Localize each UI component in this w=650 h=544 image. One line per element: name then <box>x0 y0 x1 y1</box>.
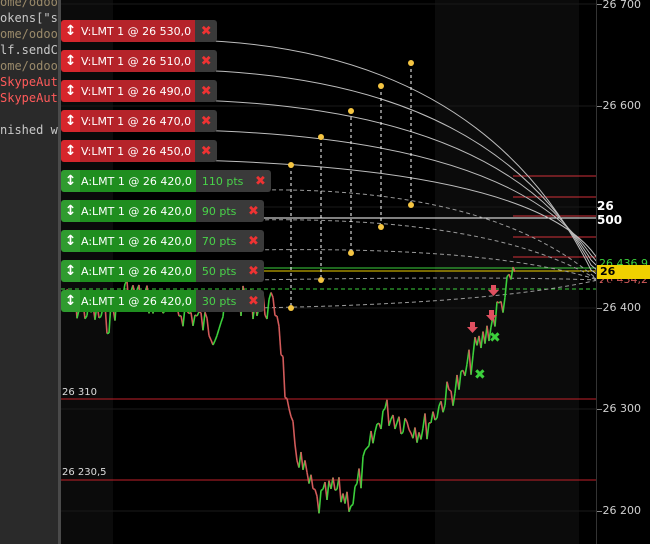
price-segment <box>284 396 288 400</box>
order-drag-icon[interactable]: ↕ <box>61 110 80 132</box>
cancel-order-button[interactable]: ✖ <box>242 290 265 312</box>
cancel-order-button[interactable]: ✖ <box>195 80 218 102</box>
connector-dot <box>378 224 384 230</box>
order-label: V:LMT 1 @ 26 450,0 <box>80 140 196 162</box>
connector-dot <box>408 60 414 66</box>
order-drag-icon[interactable]: ↕ <box>61 260 80 282</box>
connector-dot <box>288 305 294 311</box>
connector-dot <box>318 134 324 140</box>
order-points: 70 pts <box>195 230 243 252</box>
sell-order-widget[interactable]: ↕ V:LMT 1 @ 26 510,0 ✖ <box>61 50 218 72</box>
order-label: A:LMT 1 @ 26 420,0 <box>80 230 196 252</box>
hline-label-1: 26 310 <box>62 387 97 398</box>
buy-order-widget[interactable]: ↕ A:LMT 1 @ 26 420,0 110 pts ✖ <box>61 170 272 192</box>
connector-dot <box>348 108 354 114</box>
trading-window: ome/odoo/okens["sl ome/odoo/lf.sendCi ome/… <box>0 0 650 544</box>
axis-tick <box>597 308 602 309</box>
buy-order-widget[interactable]: ↕ A:LMT 1 @ 26 420,0 90 pts ✖ <box>61 200 265 222</box>
connector-dot <box>378 83 384 89</box>
buy-order-widget[interactable]: ↕ A:LMT 1 @ 26 420,0 50 pts ✖ <box>61 260 265 282</box>
price-axis[interactable]: 26 700 26 600 26 500 26 400 26 300 26 20… <box>596 0 650 544</box>
order-points: 30 pts <box>195 290 243 312</box>
price-segment <box>320 488 324 492</box>
cancel-order-button[interactable]: ✖ <box>195 140 218 162</box>
price-segment <box>448 389 452 392</box>
price-segment <box>312 487 316 491</box>
code-line: ome/odoo/ <box>0 0 58 9</box>
order-points: 110 pts <box>195 170 250 192</box>
price-segment <box>334 488 338 492</box>
code-line: ome/odoo/ <box>0 59 58 73</box>
code-line: SkypeAutl <box>0 75 58 89</box>
cancel-order-button[interactable]: ✖ <box>242 260 265 282</box>
order-label: A:LMT 1 @ 26 420,0 <box>80 200 196 222</box>
order-drag-icon[interactable]: ↕ <box>61 170 80 192</box>
cancel-order-button[interactable]: ✖ <box>195 50 218 72</box>
cancel-order-button[interactable]: ✖ <box>195 20 218 42</box>
session-shade <box>435 0 579 544</box>
buy-fill-icon: ✖ <box>474 367 486 383</box>
order-points: 90 pts <box>195 200 243 222</box>
connector-dot <box>318 277 324 283</box>
axis-tick <box>597 4 602 5</box>
order-drag-icon[interactable]: ↕ <box>61 200 80 222</box>
order-label: V:LMT 1 @ 26 470,0 <box>80 110 196 132</box>
price-tick: 26 700 <box>602 0 642 11</box>
order-label: A:LMT 1 @ 26 420,0 <box>80 290 196 312</box>
price-segment <box>198 311 202 314</box>
code-line: lf.sendCi <box>0 43 58 57</box>
order-label: V:LMT 1 @ 26 510,0 <box>80 50 196 72</box>
sell-order-widget[interactable]: ↕ V:LMT 1 @ 26 450,0 ✖ <box>61 140 218 162</box>
order-drag-icon[interactable]: ↕ <box>61 50 80 72</box>
buy-order-widget[interactable]: ↕ A:LMT 1 @ 26 420,0 70 pts ✖ <box>61 230 265 252</box>
order-label: V:LMT 1 @ 26 530,0 <box>80 20 196 42</box>
cancel-order-button[interactable]: ✖ <box>242 200 265 222</box>
order-label: A:LMT 1 @ 26 420,0 <box>80 170 196 192</box>
cancel-order-button[interactable]: ✖ <box>249 170 272 192</box>
order-drag-icon[interactable]: ↕ <box>61 230 80 252</box>
price-tick: 26 300 <box>602 402 642 415</box>
code-line: SkypeAutl <box>0 91 58 105</box>
sell-order-widget[interactable]: ↕ V:LMT 1 @ 26 530,0 ✖ <box>61 20 218 42</box>
code-line: okens["sl <box>0 11 58 25</box>
axis-tick <box>597 409 602 410</box>
code-line: ome/odoo/ <box>0 27 58 41</box>
price-tick: 26 600 <box>602 99 642 112</box>
connector-dot <box>288 162 294 168</box>
cancel-order-button[interactable]: ✖ <box>195 110 218 132</box>
order-points: 50 pts <box>195 260 243 282</box>
connector-dot <box>408 202 414 208</box>
order-drag-icon[interactable]: ↕ <box>61 290 80 312</box>
code-line: nished w: <box>0 123 58 137</box>
sell-order-widget[interactable]: ↕ V:LMT 1 @ 26 490,0 ✖ <box>61 80 218 102</box>
order-label: A:LMT 1 @ 26 420,0 <box>80 260 196 282</box>
sell-order-widget[interactable]: ↕ V:LMT 1 @ 26 470,0 ✖ <box>61 110 218 132</box>
price-tick: 26 500 <box>597 199 623 227</box>
code-editor-panel: ome/odoo/okens["sl ome/odoo/lf.sendCi ome/… <box>0 0 58 544</box>
buy-fill-icon: ✖ <box>489 330 501 346</box>
price-segment <box>106 332 110 335</box>
hline-label-2: 26 230,5 <box>62 467 107 478</box>
connector-dot <box>348 250 354 256</box>
cancel-order-button[interactable]: ✖ <box>242 230 265 252</box>
buy-order-widget[interactable]: ↕ A:LMT 1 @ 26 420,0 30 pts ✖ <box>61 290 265 312</box>
last-price-badge: 26 435,4 <box>597 265 650 292</box>
order-drag-icon[interactable]: ↕ <box>61 20 80 42</box>
order-drag-icon[interactable]: ↕ <box>61 80 80 102</box>
price-tick: 26 200 <box>602 504 642 517</box>
axis-tick <box>597 511 602 512</box>
price-tick: 26 400 <box>602 301 642 314</box>
order-drag-icon[interactable]: ↕ <box>61 140 80 162</box>
axis-tick <box>597 106 602 107</box>
order-label: V:LMT 1 @ 26 490,0 <box>80 80 196 102</box>
